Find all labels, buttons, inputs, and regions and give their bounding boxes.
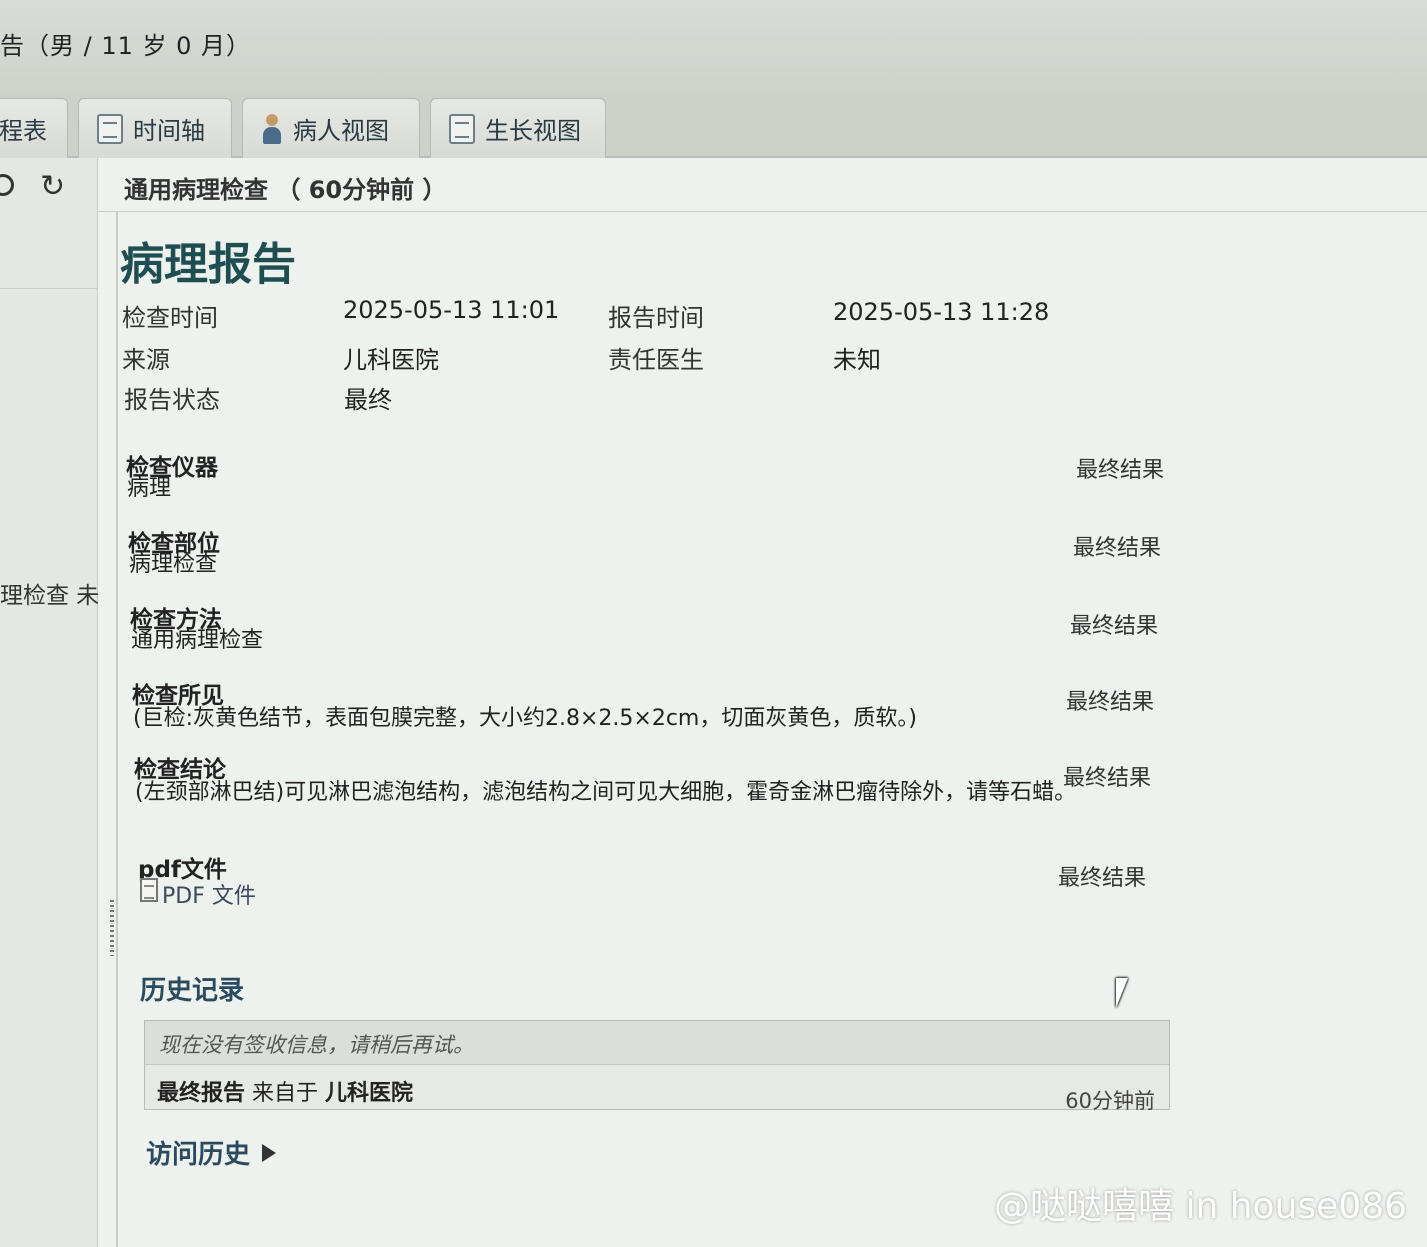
section-value: (巨检:灰黄色结节，表面包膜完整，大小约2.8×2.5×2cm，切面灰黄色，质软…: [133, 706, 917, 731]
report-time-value: 2025-05-13 11:28: [833, 298, 1050, 326]
mouse-cursor-icon: [1116, 978, 1128, 1008]
final-result-tag: 最终结果: [1058, 866, 1147, 891]
arrow-right-icon: [262, 1143, 277, 1162]
tab-label: 病人视图: [293, 117, 389, 145]
pdf-file-icon: [140, 878, 158, 902]
refresh-icon[interactable]: ↻: [40, 172, 65, 202]
final-result-tag: 最终结果: [1066, 690, 1155, 715]
search-icon[interactable]: [0, 174, 14, 196]
divider: [0, 288, 97, 289]
main-header: 通用病理检查 （ 60分钟前 ）: [98, 158, 1427, 212]
status-label: 报告状态: [124, 386, 220, 414]
growth-chart-icon: [449, 113, 475, 144]
doctor-value: 未知: [833, 346, 881, 374]
visit-history-toggle[interactable]: 访问历史: [146, 1134, 277, 1171]
tab-label: 生长视图: [485, 117, 581, 145]
final-result-tag: 最终结果: [1063, 766, 1152, 791]
visit-history-label: 访问历史: [146, 1140, 251, 1170]
tab-bar: 程表 时间轴 病人视图 生长视图: [0, 92, 1427, 158]
title-bar: 告（男 / 11 岁 0 月）: [0, 0, 1427, 92]
tab-patient-view[interactable]: 病人视图: [242, 98, 420, 158]
tab-timeline[interactable]: 时间轴: [78, 98, 232, 158]
final-result-tag: 最终结果: [1073, 536, 1162, 561]
tab-label: 时间轴: [133, 117, 205, 145]
exam-header-title: 通用病理检查 （ 60分钟前 ）: [124, 176, 447, 204]
history-source: 儿科医院: [325, 1081, 414, 1106]
exam-time-value: 2025-05-13 11:01: [343, 296, 560, 324]
history-table: 现在没有签收信息，请稍后再试。 最终报告 来自于 儿科医院 60分钟前: [144, 1020, 1170, 1113]
patient-icon: [261, 113, 283, 144]
resize-handle[interactable]: [110, 900, 114, 956]
pdf-file-link[interactable]: PDF 文件: [162, 882, 256, 912]
history-empty-message: 现在没有签收信息，请稍后再试。: [145, 1021, 1169, 1065]
list-item[interactable]: 理检查 未知: [0, 576, 98, 612]
doctor-label: 责任医生: [608, 346, 704, 374]
report-title: 病理报告: [120, 239, 296, 290]
history-report-type: 最终报告: [157, 1081, 246, 1106]
exam-time-label: 检查时间: [122, 304, 218, 332]
source-value: 儿科医院: [343, 346, 439, 374]
tab-schedule[interactable]: 程表: [0, 98, 68, 158]
section-value: 病理检查: [129, 552, 218, 577]
history-row[interactable]: 最终报告 来自于 儿科医院 60分钟前: [145, 1065, 1169, 1113]
patient-title: 告（男 / 11 岁 0 月）: [0, 32, 252, 60]
tab-growth-view[interactable]: 生长视图: [430, 98, 606, 158]
history-time: 60分钟前: [1065, 1089, 1155, 1113]
watermark: @哒哒嘻嘻 in house086: [994, 1186, 1407, 1227]
section-value: (左颈部淋巴结)可见淋巴滤泡结构，滤泡结构之间可见大细胞，霍奇金淋巴瘤待除外，请…: [135, 780, 1077, 805]
history-title: 历史记录: [140, 976, 245, 1006]
timeline-icon: [97, 113, 123, 144]
status-value: 最终: [344, 386, 392, 414]
tab-label: 程表: [0, 117, 47, 145]
main-content: 通用病理检查 （ 60分钟前 ） 病理报告 检查时间 2025-05-13 11…: [98, 158, 1427, 1247]
final-result-tag: 最终结果: [1076, 458, 1165, 483]
left-panel: ↻ 理检查 未知: [0, 158, 98, 1247]
final-result-tag: 最终结果: [1070, 614, 1159, 639]
section-value: 病理: [127, 476, 172, 501]
section-value: 通用病理检查: [131, 628, 264, 653]
content-border: [116, 212, 118, 1247]
report-time-label: 报告时间: [608, 304, 704, 332]
source-label: 来源: [122, 346, 170, 374]
history-from: 来自于: [252, 1081, 319, 1106]
